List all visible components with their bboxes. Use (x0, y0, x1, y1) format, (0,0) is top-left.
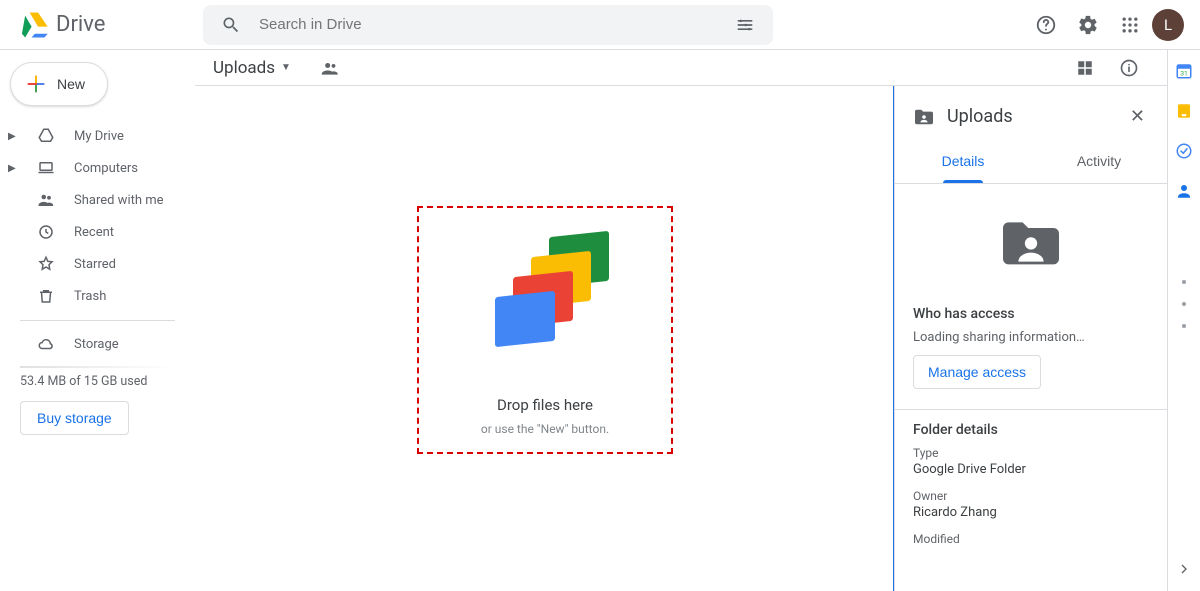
people-icon (36, 191, 56, 209)
details-panel: Uploads ✕ Details Activity Who has acces… (894, 86, 1167, 591)
drop-subtext: or use the "New" button. (481, 422, 609, 436)
owner-value: Ricardo Zhang (913, 505, 1149, 520)
close-icon[interactable]: ✕ (1126, 102, 1149, 131)
app-name: Drive (56, 12, 105, 37)
chevron-right-icon[interactable]: ▶ (8, 131, 18, 142)
drive-icon (36, 127, 56, 145)
tasks-app-icon[interactable] (1175, 142, 1193, 164)
share-people-icon[interactable] (311, 50, 351, 88)
app-body: New ▶ My Drive ▶ Computers Shared with m… (0, 50, 1200, 591)
account-avatar[interactable]: L (1152, 9, 1184, 41)
owner-label: Owner (913, 489, 1149, 503)
sidebar-item-label: Storage (74, 337, 119, 352)
settings-icon[interactable] (1068, 5, 1108, 45)
clock-icon (36, 223, 56, 241)
path-bar: Uploads ▼ (195, 50, 1167, 86)
new-button-label: New (57, 76, 85, 92)
access-section: Who has access Loading sharing informati… (895, 294, 1167, 401)
keep-app-icon[interactable] (1175, 102, 1193, 124)
cloud-icon (36, 335, 56, 353)
tab-activity[interactable]: Activity (1031, 139, 1167, 183)
path-right (1065, 50, 1149, 88)
folder-details-section: Folder details Type Google Drive Folder … (895, 410, 1167, 560)
sidebar: New ▶ My Drive ▶ Computers Shared with m… (0, 50, 195, 591)
star-icon (36, 255, 56, 273)
details-tabs: Details Activity (895, 139, 1167, 184)
sidebar-item-label: Computers (74, 161, 138, 176)
rail-dot (1182, 280, 1186, 284)
grid-view-icon[interactable] (1065, 50, 1105, 88)
header-right: L (1026, 5, 1192, 45)
search-bar[interactable] (203, 5, 773, 45)
help-icon[interactable] (1026, 5, 1066, 45)
sidebar-item-label: Recent (74, 225, 114, 240)
drop-heading: Drop files here (497, 396, 593, 414)
storage-bar (20, 366, 175, 368)
drop-area[interactable]: Drop files here or use the "New" button. (195, 86, 894, 591)
sidebar-item-recent[interactable]: Recent (0, 216, 195, 248)
chevron-right-icon[interactable]: ▶ (8, 163, 18, 174)
sidebar-item-shared[interactable]: Shared with me (0, 184, 195, 216)
new-button[interactable]: New (10, 62, 108, 106)
sidebar-item-trash[interactable]: Trash (0, 280, 195, 312)
storage-used-text: 53.4 MB of 15 GB used (20, 374, 175, 389)
info-icon[interactable] (1109, 50, 1149, 88)
rail-dot (1182, 302, 1186, 306)
laptop-icon (36, 159, 56, 177)
chevron-down-icon[interactable]: ▼ (281, 62, 291, 73)
trash-icon (36, 287, 56, 305)
calendar-app-icon[interactable]: 31 (1175, 62, 1193, 84)
sidebar-item-storage[interactable]: Storage (0, 328, 195, 360)
nav-list: ▶ My Drive ▶ Computers Shared with me Re… (0, 120, 195, 360)
drive-logo-icon (20, 12, 48, 38)
search-icon[interactable] (211, 5, 251, 45)
sidebar-item-label: My Drive (74, 129, 124, 144)
collapse-rail-icon[interactable] (1176, 561, 1192, 581)
type-label: Type (913, 446, 1149, 460)
access-title: Who has access (913, 306, 1149, 322)
type-value: Google Drive Folder (913, 462, 1149, 477)
sidebar-item-label: Trash (74, 289, 106, 304)
sidebar-item-my-drive[interactable]: ▶ My Drive (0, 120, 195, 152)
rail-dot (1182, 324, 1186, 328)
sidebar-item-starred[interactable]: Starred (0, 248, 195, 280)
apps-grid-icon[interactable] (1110, 5, 1150, 45)
sidebar-item-computers[interactable]: ▶ Computers (0, 152, 195, 184)
contacts-app-icon[interactable] (1175, 182, 1193, 204)
side-rail: 31 (1167, 50, 1200, 591)
sidebar-item-label: Shared with me (74, 193, 164, 208)
drop-zone-highlight: Drop files here or use the "New" button. (417, 206, 673, 454)
access-loading-text: Loading sharing information… (913, 330, 1149, 345)
search-input[interactable] (251, 16, 725, 33)
manage-access-button[interactable]: Manage access (913, 355, 1041, 389)
svg-text:31: 31 (1180, 70, 1188, 78)
details-title: Uploads (947, 106, 1114, 127)
folder-preview (895, 184, 1167, 294)
folder-details-title: Folder details (913, 422, 1149, 438)
search-options-icon[interactable] (725, 5, 765, 45)
search-wrap (203, 5, 773, 45)
content-row: Drop files here or use the "New" button.… (195, 86, 1167, 591)
app-header: Drive L (0, 0, 1200, 50)
buy-storage-button[interactable]: Buy storage (20, 401, 129, 435)
main-area: Uploads ▼ Drop files here (195, 50, 1167, 591)
plus-icon (25, 73, 47, 95)
modified-label: Modified (913, 532, 1149, 546)
details-header: Uploads ✕ (895, 86, 1167, 139)
breadcrumb[interactable]: Uploads (213, 58, 275, 78)
shared-folder-icon (913, 108, 935, 126)
drive-logo[interactable]: Drive (8, 12, 203, 38)
folders-illustration (475, 224, 615, 364)
tab-details[interactable]: Details (895, 139, 1031, 183)
shared-folder-large-icon (995, 214, 1067, 270)
sidebar-item-label: Starred (74, 257, 116, 272)
